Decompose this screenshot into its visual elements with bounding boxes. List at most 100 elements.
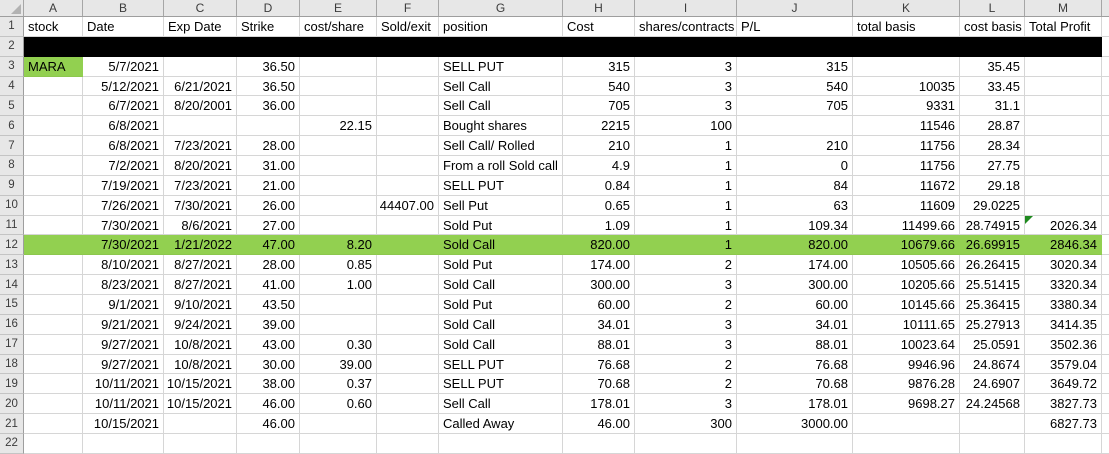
cell-E22[interactable] <box>300 434 377 454</box>
cell-I15[interactable]: 2 <box>635 295 737 315</box>
cell-A17[interactable] <box>24 335 83 355</box>
cell-I2[interactable] <box>635 37 737 57</box>
cell-B2[interactable] <box>83 37 164 57</box>
cell-B20[interactable]: 10/11/2021 <box>83 394 164 414</box>
cell-L2[interactable] <box>960 37 1025 57</box>
cell-J17[interactable]: 88.01 <box>737 335 853 355</box>
cell-C7[interactable]: 7/23/2021 <box>164 136 237 156</box>
cell-E13[interactable]: 0.85 <box>300 255 377 275</box>
cell-C2[interactable] <box>164 37 237 57</box>
row-header-14[interactable]: 14 <box>0 275 24 295</box>
row-header-6[interactable]: 6 <box>0 116 24 136</box>
cell-B18[interactable]: 9/27/2021 <box>83 355 164 375</box>
cell-I22[interactable] <box>635 434 737 454</box>
cell-E6[interactable]: 22.15 <box>300 116 377 136</box>
column-header-H[interactable]: H <box>563 0 635 16</box>
cell-F10[interactable]: 44407.00 <box>377 196 439 216</box>
cell-A18[interactable] <box>24 355 83 375</box>
cell-E20[interactable]: 0.60 <box>300 394 377 414</box>
row-header-21[interactable]: 21 <box>0 414 24 434</box>
cell-E4[interactable] <box>300 77 377 97</box>
cell-A10[interactable] <box>24 196 83 216</box>
cell-G10[interactable]: Sell Put <box>439 196 563 216</box>
cell-A4[interactable] <box>24 77 83 97</box>
cell-C3[interactable] <box>164 57 237 77</box>
cell-H13[interactable]: 174.00 <box>563 255 635 275</box>
cell-L4[interactable]: 33.45 <box>960 77 1025 97</box>
cell-D17[interactable]: 43.00 <box>237 335 300 355</box>
cell-H2[interactable] <box>563 37 635 57</box>
cell-M7[interactable] <box>1025 136 1102 156</box>
cell-I7[interactable]: 1 <box>635 136 737 156</box>
cell-M12[interactable]: 2846.34 <box>1025 235 1102 255</box>
cell-G14[interactable]: Sold Call <box>439 275 563 295</box>
cell-K4[interactable]: 10035 <box>853 77 960 97</box>
cell-E3[interactable] <box>300 57 377 77</box>
cell-L11[interactable]: 28.74915 <box>960 216 1025 236</box>
column-header-B[interactable]: B <box>83 0 164 16</box>
cell-D16[interactable]: 39.00 <box>237 315 300 335</box>
cell-E12[interactable]: 8.20 <box>300 235 377 255</box>
row-header-4[interactable]: 4 <box>0 77 24 97</box>
cell-K15[interactable]: 10145.66 <box>853 295 960 315</box>
cell-M4[interactable] <box>1025 77 1102 97</box>
cell-partial-3[interactable] <box>1102 57 1109 77</box>
cell-A11[interactable] <box>24 216 83 236</box>
cell-M5[interactable] <box>1025 96 1102 116</box>
row-header-11[interactable]: 11 <box>0 216 24 236</box>
cell-H11[interactable]: 1.09 <box>563 216 635 236</box>
cell-F7[interactable] <box>377 136 439 156</box>
cell-E16[interactable] <box>300 315 377 335</box>
cell-F9[interactable] <box>377 176 439 196</box>
cell-J19[interactable]: 70.68 <box>737 374 853 394</box>
cell-G8[interactable]: From a roll Sold call <box>439 156 563 176</box>
cell-I1[interactable]: shares/contracts <box>635 17 737 37</box>
cell-G4[interactable]: Sell Call <box>439 77 563 97</box>
cell-D8[interactable]: 31.00 <box>237 156 300 176</box>
cell-G5[interactable]: Sell Call <box>439 96 563 116</box>
cell-B11[interactable]: 7/30/2021 <box>83 216 164 236</box>
cell-F17[interactable] <box>377 335 439 355</box>
cell-E17[interactable]: 0.30 <box>300 335 377 355</box>
cell-C10[interactable]: 7/30/2021 <box>164 196 237 216</box>
cell-H7[interactable]: 210 <box>563 136 635 156</box>
cell-K10[interactable]: 11609 <box>853 196 960 216</box>
cell-J12[interactable]: 820.00 <box>737 235 853 255</box>
cell-partial-5[interactable] <box>1102 96 1109 116</box>
cell-L7[interactable]: 28.34 <box>960 136 1025 156</box>
cell-partial-19[interactable] <box>1102 374 1109 394</box>
cell-A21[interactable] <box>24 414 83 434</box>
cell-L3[interactable]: 35.45 <box>960 57 1025 77</box>
column-header-J[interactable]: J <box>737 0 853 16</box>
cell-partial-1[interactable] <box>1102 17 1109 37</box>
cell-I13[interactable]: 2 <box>635 255 737 275</box>
cell-B16[interactable]: 9/21/2021 <box>83 315 164 335</box>
cell-B10[interactable]: 7/26/2021 <box>83 196 164 216</box>
cell-E9[interactable] <box>300 176 377 196</box>
cell-L15[interactable]: 25.36415 <box>960 295 1025 315</box>
cell-I9[interactable]: 1 <box>635 176 737 196</box>
cell-A1[interactable]: stock <box>24 17 83 37</box>
cell-G2[interactable] <box>439 37 563 57</box>
cell-I17[interactable]: 3 <box>635 335 737 355</box>
cell-J9[interactable]: 84 <box>737 176 853 196</box>
cell-A19[interactable] <box>24 374 83 394</box>
cell-A8[interactable] <box>24 156 83 176</box>
cell-J6[interactable] <box>737 116 853 136</box>
cell-partial-12[interactable] <box>1102 235 1109 255</box>
cell-C19[interactable]: 10/15/2021 <box>164 374 237 394</box>
cell-B1[interactable]: Date <box>83 17 164 37</box>
cell-G17[interactable]: Sold Call <box>439 335 563 355</box>
cell-C22[interactable] <box>164 434 237 454</box>
cell-F22[interactable] <box>377 434 439 454</box>
cell-F5[interactable] <box>377 96 439 116</box>
row-header-19[interactable]: 19 <box>0 374 24 394</box>
cell-H4[interactable]: 540 <box>563 77 635 97</box>
cell-B8[interactable]: 7/2/2021 <box>83 156 164 176</box>
cell-L20[interactable]: 24.24568 <box>960 394 1025 414</box>
cell-I20[interactable]: 3 <box>635 394 737 414</box>
row-header-10[interactable]: 10 <box>0 196 24 216</box>
cell-partial-11[interactable] <box>1102 216 1109 236</box>
cell-K2[interactable] <box>853 37 960 57</box>
row-header-18[interactable]: 18 <box>0 355 24 375</box>
